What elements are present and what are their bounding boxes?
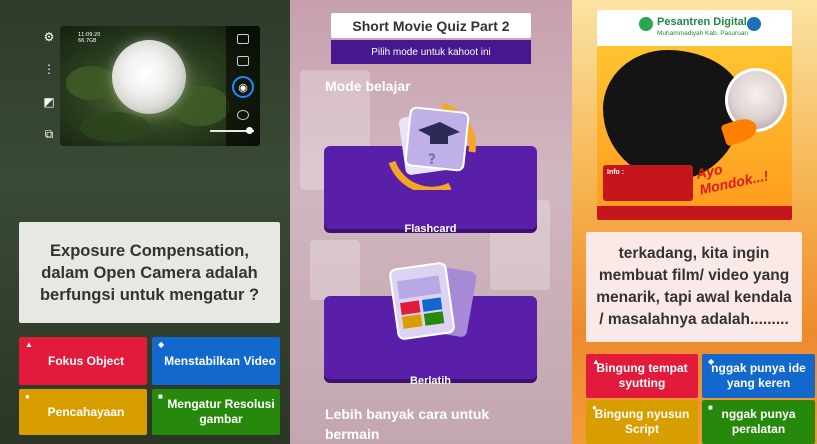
circle-icon: ● [592, 403, 597, 412]
diamond-icon: ◆ [158, 340, 165, 349]
question-text: terkadang, kita ingin membuat film/ vide… [586, 232, 802, 342]
more-ways-label: Lebih banyak cara untuk bermain [325, 406, 490, 442]
camera-timestamp: 11:09:20 66.7GB [78, 32, 101, 44]
svg-text:?: ? [428, 152, 436, 168]
circle-icon: ● [25, 392, 30, 401]
zoom-slider-knob[interactable] [246, 127, 253, 134]
answer-label: nggak punya peralatan [721, 407, 796, 436]
left-quiz-panel: ⚙ ⋮ ◩ ⧉ 11:09:20 66.7GB ◉ Exposure Compe… [0, 0, 290, 444]
more-options-icon[interactable]: ⋮ [42, 62, 56, 76]
mode-label: Berlatih [410, 375, 451, 387]
exposure-icon[interactable]: ◩ [42, 95, 56, 109]
answer-red[interactable]: ▲ Bingung tempat syutting [586, 354, 698, 398]
poster-image: Pesantren Digital Muhammadiyah Kab. Pasu… [597, 10, 792, 220]
answer-blue[interactable]: ◆ nggak punya ide yang keren [702, 354, 815, 398]
answer-label: Pencahayaan [47, 404, 125, 419]
practice-icon [389, 262, 477, 340]
zoom-icon[interactable] [237, 110, 249, 120]
triangle-icon: ▲ [592, 357, 600, 366]
shutter-button[interactable]: ◉ [232, 76, 254, 98]
flower-image [112, 40, 186, 114]
square-icon: ■ [158, 392, 163, 401]
answer-label: Bingung nyusun Script [594, 407, 690, 436]
gallery-icon[interactable] [237, 34, 249, 44]
diamond-icon: ◆ [708, 357, 715, 366]
right-quiz-panel: Pesantren Digital Muhammadiyah Kab. Pasu… [572, 0, 817, 444]
answer-label: Fokus Object [47, 353, 124, 368]
answer-red[interactable]: ▲ Fokus Object [19, 337, 147, 385]
poster-subtitle: Muhammadiyah Kab. Pasuruan [657, 30, 749, 37]
poster-title: Pesantren Digital [657, 16, 747, 28]
poster-info-label: Info : [607, 169, 625, 176]
section-label: Mode belajar [325, 78, 411, 94]
answer-green[interactable]: ■ nggak punya peralatan [702, 400, 815, 444]
answer-label: nggak punya ide yang keren [711, 361, 806, 390]
triangle-icon: ▲ [25, 340, 33, 349]
answer-label: Bingung tempat syutting [596, 361, 688, 390]
video-mode-icon[interactable] [237, 56, 249, 66]
page-subtitle: Pilih mode untuk kahoot ini [331, 40, 531, 64]
camera-preview-image: 11:09:20 66.7GB ◉ [60, 26, 260, 146]
question-text: Exposure Compensation, dalam Open Camera… [19, 222, 280, 323]
camera-switch-icon[interactable]: ⧉ [42, 127, 56, 141]
logo-icon [747, 17, 761, 31]
answer-green[interactable]: ■ Mengatur Resolusi gambar [152, 389, 280, 435]
square-icon: ■ [708, 403, 713, 412]
mode-label: Flashcard [404, 223, 457, 235]
answer-blue[interactable]: ◆ Menstabilkan Video [152, 337, 280, 385]
answer-label: Menstabilkan Video [164, 353, 276, 368]
background-shape [310, 240, 360, 300]
flashcard-icon: ? [388, 102, 476, 190]
poster-footer [597, 206, 792, 220]
answer-yellow[interactable]: ● Bingung nyusun Script [586, 400, 698, 444]
logo-icon [639, 17, 653, 31]
page-title: Short Movie Quiz Part 2 [331, 13, 531, 38]
answer-label: Mengatur Resolusi gambar [167, 397, 275, 426]
answer-yellow[interactable]: ● Pencahayaan [19, 389, 147, 435]
gear-icon[interactable]: ⚙ [42, 30, 56, 44]
middle-mode-panel: Short Movie Quiz Part 2 Pilih mode untuk… [290, 0, 572, 444]
